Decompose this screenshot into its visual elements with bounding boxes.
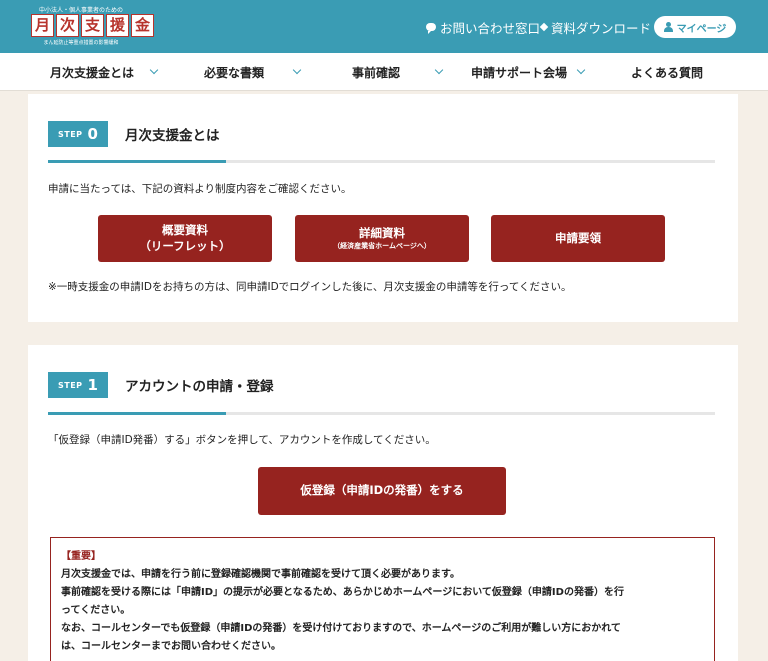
- diamond-icon: [539, 22, 549, 32]
- chat-bubble-icon: [426, 23, 436, 34]
- mypage-label: マイページ: [676, 23, 727, 35]
- contact-link[interactable]: お問い合わせ窓口: [426, 18, 540, 36]
- step-number: 0: [87, 125, 98, 143]
- notice-line: ってください。: [61, 605, 131, 616]
- nav-item-preconfirm[interactable]: 事前確認: [352, 53, 400, 91]
- detail-documents-button[interactable]: 詳細資料 （経済産業省ホームページへ）: [295, 215, 469, 262]
- button-sublabel: （経済産業省ホームページへ）: [333, 241, 431, 250]
- chevron-down-icon[interactable]: [292, 65, 302, 75]
- notice-line: は、コールセンターまでお問い合わせください。: [61, 641, 281, 652]
- chevron-down-icon[interactable]: [576, 65, 586, 75]
- nav-item-support-venue[interactable]: 申請サポート会場: [471, 53, 567, 91]
- nav-item-faq[interactable]: よくある質問: [631, 53, 703, 91]
- notice-line: 月次支援金では、申請を行う前に登録確認機関で事前確認を受けて頂く必要があります。: [61, 569, 460, 580]
- logo-title: 月 次 支 援 金: [31, 14, 154, 37]
- nav-item-label: 必要な書類: [204, 65, 265, 80]
- button-label: 仮登録（申請IDの発番）をする: [300, 483, 464, 498]
- logo-tagline: 中小法人・個人事業者のための: [38, 7, 123, 14]
- step0-card: STEP 0 月次支援金とは 申請に当たっては、下記の資料より制度内容をご確認く…: [28, 94, 738, 322]
- logo-char: 月: [31, 14, 54, 37]
- step-word: STEP: [58, 380, 83, 390]
- step0-note: ※一時支援金の申請IDをお持ちの方は、同申請IDでログインした後に、月次支援金の…: [48, 281, 572, 293]
- nav-item-documents[interactable]: 必要な書類: [204, 53, 264, 91]
- section-divider: [48, 160, 715, 163]
- step-title: 月次支援金とは: [125, 128, 220, 144]
- notice-label: 【重要】: [61, 551, 101, 562]
- user-icon: [663, 22, 673, 32]
- button-label: 詳細資料: [359, 226, 405, 241]
- notice-line: なお、コールセンターでも仮登録（申請IDの発番）を受け付けておりますので、ホーム…: [61, 623, 621, 634]
- chevron-down-icon[interactable]: [434, 65, 444, 75]
- step1-intro: 「仮登録（申請ID発番）する」ボタンを押して、アカウントを作成してください。: [48, 434, 436, 446]
- section-divider: [48, 412, 715, 415]
- logo-char: 次: [56, 14, 79, 37]
- main-nav: 月次支援金とは 必要な書類 事前確認 申請サポート会場 よくある質問: [0, 53, 768, 91]
- nav-item-label: 申請サポート会場: [471, 65, 568, 80]
- notice-line: 事前確認を受ける際には「申請ID」の提示が必要となるため、あらかじめホームページ…: [61, 587, 624, 598]
- step-number: 1: [87, 376, 98, 394]
- nav-item-label: よくある質問: [631, 65, 704, 80]
- mypage-button[interactable]: マイページ: [654, 16, 736, 38]
- nav-item-label: 月次支援金とは: [50, 65, 135, 80]
- logo-subline: まん延防止等重点措置の影響緩和: [43, 40, 119, 46]
- nav-item-label: 事前確認: [352, 65, 401, 80]
- download-link[interactable]: 資料ダウンロード: [539, 18, 652, 36]
- button-label: 申請要領: [555, 230, 601, 245]
- provisional-register-button[interactable]: 仮登録（申請IDの発番）をする: [258, 467, 506, 515]
- site-header: 中小法人・個人事業者のための 月 次 支 援 金 まん延防止等重点措置の影響緩和…: [0, 0, 768, 53]
- step-title: アカウントの申請・登録: [125, 379, 274, 395]
- logo-char: 金: [131, 14, 154, 37]
- step1-card: STEP 1 アカウントの申請・登録 「仮登録（申請ID発番）する」ボタンを押し…: [28, 345, 738, 661]
- site-logo[interactable]: 中小法人・個人事業者のための 月 次 支 援 金 まん延防止等重点措置の影響緩和: [28, 5, 154, 47]
- button-label: 概要資料: [162, 222, 208, 237]
- step-badge: STEP 0: [48, 121, 108, 147]
- application-guide-button[interactable]: 申請要領: [491, 215, 665, 262]
- logo-char: 支: [81, 14, 104, 37]
- button-sublabel: （リーフレット）: [139, 238, 231, 253]
- download-link-label: 資料ダウンロード: [551, 20, 652, 36]
- chevron-down-icon[interactable]: [149, 65, 159, 75]
- step-badge: STEP 1: [48, 372, 108, 398]
- nav-item-about[interactable]: 月次支援金とは: [50, 53, 134, 91]
- overview-leaflet-button[interactable]: 概要資料 （リーフレット）: [98, 215, 272, 262]
- contact-link-label: お問い合わせ窓口: [440, 20, 541, 36]
- step0-intro: 申請に当たっては、下記の資料より制度内容をご確認ください。: [48, 183, 352, 195]
- important-notice: 【重要】 月次支援金では、申請を行う前に登録確認機関で事前確認を受けて頂く必要が…: [50, 537, 715, 661]
- logo-char: 援: [106, 14, 129, 37]
- step-word: STEP: [58, 129, 83, 139]
